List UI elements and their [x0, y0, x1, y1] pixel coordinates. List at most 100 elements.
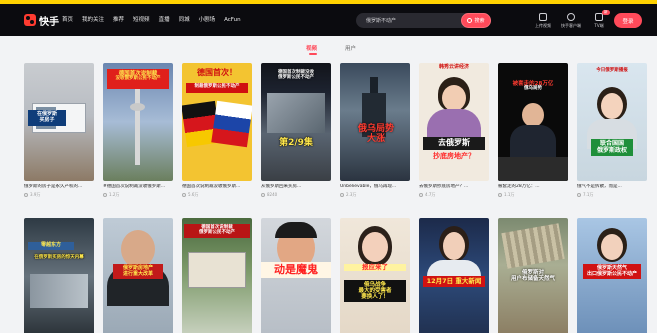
video-card[interactable]: 在俄罗斯 买房子 俄罗斯的房子是永久产权的... 3.9万	[24, 63, 94, 197]
video-card[interactable]: 韩秀云讲经济 去俄罗斯 抄底房地产？ 去俄罗斯抄底房地产？... 4.7万	[419, 63, 489, 197]
thumb-overlay-text: 用户布储备天然气	[510, 276, 555, 283]
download-client-icon	[567, 13, 575, 21]
thumb-overlay-text: 俄罗斯公民不动产	[199, 229, 235, 235]
search-icon	[467, 18, 473, 23]
video-thumbnail[interactable]: 俄乌局势 大涨	[340, 63, 410, 181]
video-title[interactable]: 俄罗斯的房子是永久产权的...	[24, 184, 94, 190]
thumb-overlay-text: 制裁俄罗斯公民不动产	[186, 83, 248, 93]
video-card[interactable]: 12月7日 重大新闻	[419, 218, 489, 333]
video-thumbnail[interactable]: 德国首次制裁没收 俄罗斯公民不动产 第2/9集	[261, 63, 331, 181]
video-thumbnail[interactable]: 俄罗斯对 用户布储备天然气	[498, 218, 568, 333]
tab-users[interactable]: 用户	[345, 44, 356, 52]
menu-item-recommend[interactable]: 推荐	[113, 17, 124, 24]
like-count: 3.9万	[24, 192, 94, 197]
thumb-overlay-text: 去俄罗斯	[423, 137, 485, 150]
thumb-overlay-text: 动是魔鬼	[261, 262, 331, 279]
thumb-overlay-text: 重大新闻	[455, 277, 482, 285]
video-thumbnail[interactable]: 俄罗斯天然气 出口俄罗斯公民不动产	[577, 218, 647, 333]
like-icon	[103, 192, 107, 197]
video-thumbnail[interactable]: 在俄罗斯 买房子	[24, 63, 94, 181]
video-card[interactable]: 俄乌局势 大涨 Unbelievable，俄乌再现... 2.3万	[340, 63, 410, 197]
thumb-overlay-text: 抄底房地产？	[433, 152, 475, 160]
like-count: 7.1万	[577, 192, 647, 197]
thumb-overlay-text: 大涨	[366, 133, 385, 144]
client-download-button[interactable]: 快手客户端	[558, 13, 584, 29]
tv-button[interactable]: 新 TV端	[586, 10, 612, 29]
video-thumbnail[interactable]: 报应来了 俄乌战争 最大的受害者 要换人了！	[340, 218, 410, 333]
menu-item-home[interactable]: 首页	[62, 17, 73, 24]
thumb-overlay-text: 在俄罗斯买房的惊天内幕	[34, 255, 84, 260]
menu-item-local[interactable]: 同城	[179, 17, 190, 24]
thumb-overlay-text: 进行重大改革	[122, 270, 153, 277]
tv-new-badge: 新	[602, 10, 610, 15]
upload-video-button[interactable]: 上传视频	[530, 13, 556, 29]
video-title[interactable]: 俄气不是拆散，而是...	[577, 184, 647, 190]
video-card[interactable]: 报应来了 俄乌战争 最大的受害者 要换人了！	[340, 218, 410, 333]
search-input[interactable]	[366, 16, 456, 25]
video-thumbnail[interactable]: 被套走的28万亿 俄乌局势	[498, 63, 568, 181]
video-card[interactable]: 俄罗斯天然气 出口俄罗斯公民不动产	[577, 218, 647, 333]
video-thumbnail[interactable]: 德国首次说制裁 没收俄罗斯公民不动产	[103, 63, 173, 181]
thumb-overlay-text: 出口俄罗斯公民不动产	[586, 270, 637, 277]
tab-videos[interactable]: 视频	[306, 44, 318, 55]
thumb-overlay-text: 第2/9集	[279, 138, 313, 148]
video-card[interactable]: 俄罗斯对 用户布储备天然气	[498, 218, 568, 333]
like-icon	[182, 192, 186, 197]
like-count: 1.1万	[498, 192, 568, 197]
video-card[interactable]: 动是魔鬼	[261, 218, 331, 333]
search-bar: 搜索	[356, 13, 491, 28]
video-card[interactable]: 德国首次！ 制裁俄罗斯公民不动产 德国首次说制裁没收俄罗斯... 5.6万	[182, 63, 252, 197]
like-icon	[24, 192, 28, 197]
like-count: 2.3万	[340, 192, 410, 197]
video-card[interactable]: 德国首次说制裁 俄罗斯公民不动产	[182, 218, 252, 333]
video-card[interactable]: 德国首次说制裁 没收俄罗斯公民不动产 #德国首次说制裁没收俄罗斯... 1.2万	[103, 63, 173, 197]
like-icon	[419, 192, 423, 197]
thumb-overlay-text: 没收俄罗斯公民不动产	[115, 76, 161, 82]
thumb-overlay-text: 12月7日	[426, 277, 454, 285]
result-tabs: 视频 用户	[0, 38, 657, 58]
thumb-overlay-text: 俄乌局势	[524, 86, 542, 92]
video-card[interactable]: 德国首次制裁没收 俄罗斯公民不动产 第2/9集 从俄罗斯回来买房... 8240	[261, 63, 331, 197]
main-menu: 首页 我的关注 推荐 短视频 直播 同城 小剧场 AcFun	[62, 17, 241, 24]
video-card[interactable]: 被套走的28万亿 俄乌局势 被套走的28万亿：... 1.1万	[498, 63, 568, 197]
video-title[interactable]: 去俄罗斯抄底房地产？...	[419, 184, 489, 190]
like-icon	[340, 192, 344, 197]
video-title[interactable]: 被套走的28万亿：...	[498, 184, 568, 190]
video-title[interactable]: 德国首次说制裁没收俄罗斯...	[182, 184, 252, 190]
video-thumbnail[interactable]: 俄罗斯房地产 进行重大改革	[103, 218, 173, 333]
thumb-overlay-text: 今日俄罗斯播报	[596, 68, 628, 73]
like-count: 8240	[261, 192, 331, 197]
video-thumbnail[interactable]: 德国首次！ 制裁俄罗斯公民不动产	[182, 63, 252, 181]
upload-icon	[539, 13, 547, 21]
video-title[interactable]: #德国首次说制裁没收俄罗斯...	[103, 184, 173, 190]
video-thumbnail[interactable]: 12月7日 重大新闻	[419, 218, 489, 333]
thumb-overlay-text: 要换人了！	[361, 294, 389, 301]
menu-item-live[interactable]: 直播	[159, 17, 170, 24]
menu-item-mini-theater[interactable]: 小剧场	[199, 17, 216, 24]
video-thumbnail[interactable]: 零越东方 在俄罗斯买房的惊天内幕	[24, 218, 94, 333]
video-title[interactable]: 从俄罗斯回来买房...	[261, 184, 331, 190]
thumb-overlay-text: 买房子	[39, 116, 55, 123]
video-thumbnail[interactable]: 韩秀云讲经济 去俄罗斯 抄底房地产？	[419, 63, 489, 181]
search-button-label: 搜索	[474, 18, 485, 24]
brand-name: 快手	[39, 16, 59, 28]
video-thumbnail[interactable]: 动是魔鬼	[261, 218, 331, 333]
thumb-overlay-text: 俄罗斯公民不动产	[278, 74, 314, 80]
menu-item-short-video[interactable]: 短视频	[133, 17, 150, 24]
video-title[interactable]: Unbelievable，俄乌再现...	[340, 184, 410, 190]
video-card[interactable]: 今日俄罗斯播报 联合国国 俄罗斯政权 俄气不是拆散，而是... 7.1万	[577, 63, 647, 197]
thumb-overlay-text: 德国首次！	[197, 68, 237, 77]
client-label: 快手客户端	[561, 23, 581, 28]
kuaishou-logo[interactable]: 快手	[24, 13, 59, 28]
menu-item-acfun[interactable]: AcFun	[224, 17, 241, 24]
search-button[interactable]: 搜索	[461, 13, 491, 28]
like-count: 4.7万	[419, 192, 489, 197]
login-button[interactable]: 登录	[614, 13, 642, 28]
video-card[interactable]: 零越东方 在俄罗斯买房的惊天内幕	[24, 218, 94, 333]
video-card[interactable]: 俄罗斯房地产 进行重大改革	[103, 218, 173, 333]
menu-item-following[interactable]: 我的关注	[82, 17, 104, 24]
top-navbar: 快手 首页 我的关注 推荐 短视频 直播 同城 小剧场 AcFun 搜索 上传视…	[0, 4, 657, 36]
video-thumbnail[interactable]: 德国首次说制裁 俄罗斯公民不动产	[182, 218, 252, 333]
video-thumbnail[interactable]: 今日俄罗斯播报 联合国国 俄罗斯政权	[577, 63, 647, 181]
like-icon	[577, 192, 581, 197]
